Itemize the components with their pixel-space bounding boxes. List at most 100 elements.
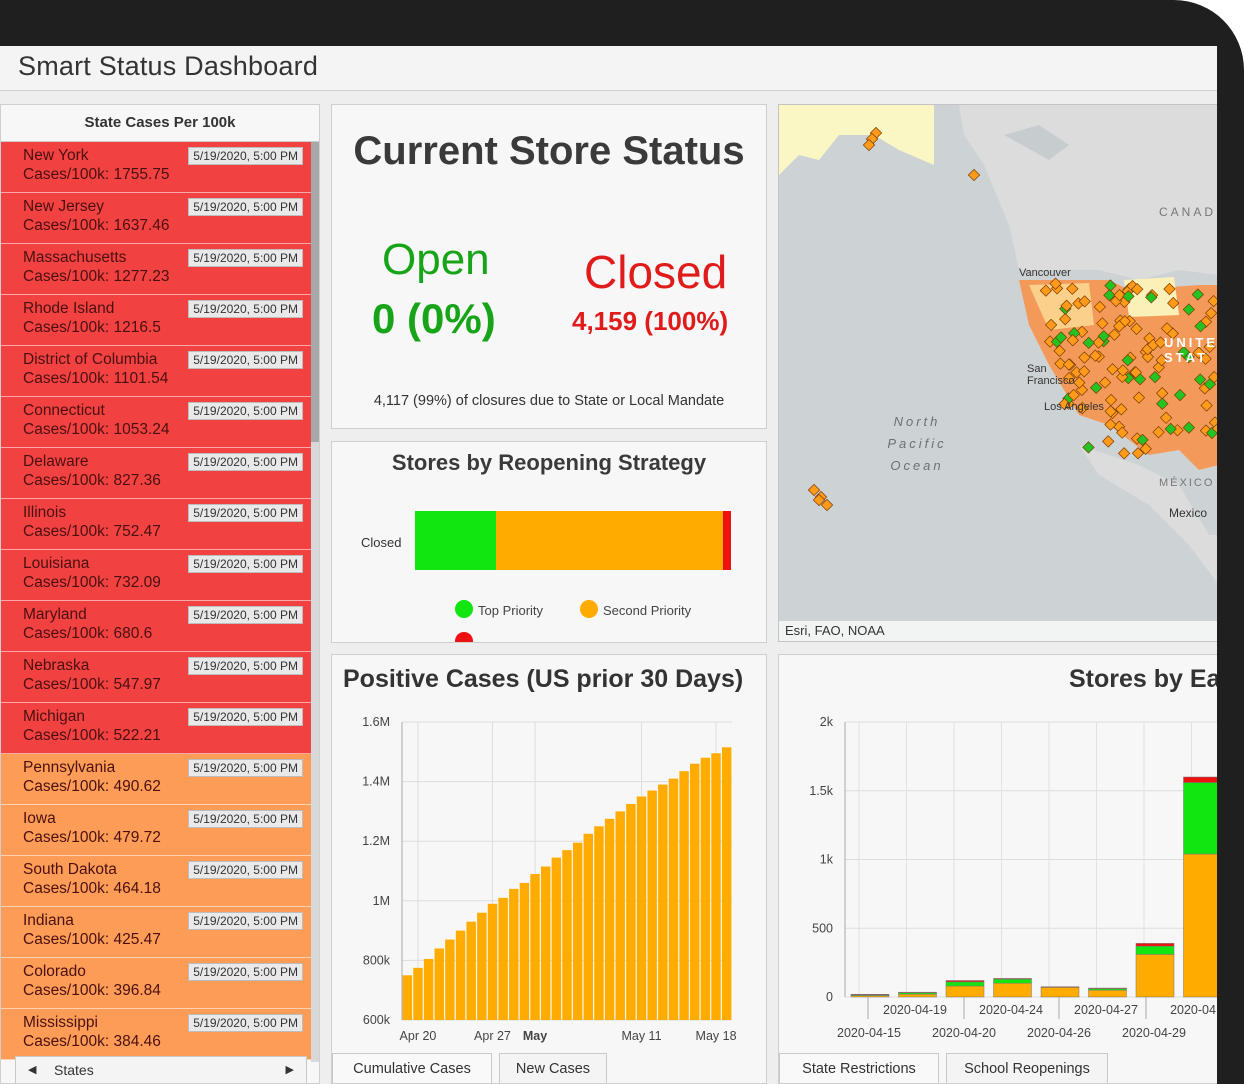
cases-bar[interactable] xyxy=(679,771,689,1020)
map-attribution: Esri, FAO, NOAA xyxy=(779,621,1217,641)
state-list-item[interactable]: Colorado Cases/100k: 396.84 5/19/2020, 5:0… xyxy=(1,958,311,1009)
cases-bar[interactable] xyxy=(434,948,444,1020)
mexico-city-label: Mexico xyxy=(1169,506,1208,520)
cases-bar[interactable] xyxy=(519,882,530,1020)
strategy-bar-segment[interactable] xyxy=(723,511,731,570)
state-cases-value: Cases/100k: 680.6 xyxy=(23,625,153,642)
list-scroll-thumb[interactable] xyxy=(311,142,319,442)
cases-bar[interactable] xyxy=(668,778,679,1020)
state-list-item[interactable]: Massachusetts Cases/100k: 1277.23 5/19/202… xyxy=(1,244,311,295)
state-update-date: 5/19/2020, 5:00 PM xyxy=(188,504,303,522)
store-status-title: Current Store Status xyxy=(353,129,745,173)
stores-bar-segment[interactable] xyxy=(1040,987,1080,998)
stores-bar-segment[interactable] xyxy=(898,994,937,998)
stores-bar-segment[interactable] xyxy=(945,981,985,987)
states-tab[interactable]: ◀ States ▶ xyxy=(15,1056,307,1083)
state-list-item[interactable]: Illinois Cases/100k: 752.47 5/19/2020, 5:0… xyxy=(1,499,311,550)
cases-bar[interactable] xyxy=(647,790,657,1020)
cases-bar[interactable] xyxy=(530,873,540,1020)
state-list-item[interactable]: Connecticut Cases/100k: 1053.24 5/19/2020,… xyxy=(1,397,311,448)
stores-bar-segment[interactable] xyxy=(1183,782,1218,855)
cases-bar[interactable] xyxy=(700,757,711,1020)
stores-bar-segment[interactable] xyxy=(993,983,1032,998)
strategy-stacked-bar[interactable] xyxy=(415,511,731,570)
stores-by-date-chart[interactable]: 0 500 1k 1.5k 2k 2020-04-19 2020-04-24 2020-04-… xyxy=(779,710,1217,1070)
state-list[interactable]: New York Cases/100k: 1755.75 5/19/2020, 5:… xyxy=(1,142,311,1062)
reopening-strategy-title: Stores by Reopening Strategy xyxy=(391,450,707,475)
vancouver-label: Vancouver xyxy=(1019,267,1071,279)
state-list-item[interactable]: Indiana Cases/100k: 425.47 5/19/2020, 5:00… xyxy=(1,907,311,958)
state-cases-value: Cases/100k: 384.46 xyxy=(23,1033,161,1050)
tab-school-reopenings[interactable]: School Reopenings xyxy=(946,1053,1108,1083)
store-marker[interactable] xyxy=(1102,435,1115,448)
state-list-item[interactable]: Delaware Cases/100k: 827.36 5/19/2020, 5:0… xyxy=(1,448,311,499)
tab-state-restrictions[interactable]: State Restrictions xyxy=(779,1053,939,1083)
cases-bar[interactable] xyxy=(636,796,647,1021)
state-list-item[interactable]: District of Columbia Cases/100k: 1101.54 5… xyxy=(1,346,311,397)
cases-bar[interactable] xyxy=(572,842,583,1020)
state-update-date: 5/19/2020, 5:00 PM xyxy=(188,759,303,777)
cases-bar[interactable] xyxy=(615,811,625,1020)
cases-bar[interactable] xyxy=(498,897,508,1020)
store-map[interactable]: CANAD Vancouver San Francisco Los Angele… xyxy=(778,104,1217,642)
map-canvas[interactable] xyxy=(779,105,1217,642)
stores-bar-segment[interactable] xyxy=(945,985,985,998)
stores-bar-segment[interactable] xyxy=(993,978,1032,984)
cases-bar[interactable] xyxy=(690,763,700,1020)
cases-bar[interactable] xyxy=(413,967,423,1020)
tab-cumulative-cases[interactable]: Cumulative Cases xyxy=(332,1053,492,1083)
cases-bar[interactable] xyxy=(604,818,615,1020)
state-list-item[interactable]: Nebraska Cases/100k: 547.97 5/19/2020, 5:0… xyxy=(1,652,311,703)
cases-bar[interactable] xyxy=(594,826,604,1020)
stores-bar-segment[interactable] xyxy=(1183,776,1218,783)
tab-new-cases[interactable]: New Cases xyxy=(499,1053,607,1083)
cases-bar[interactable] xyxy=(658,784,668,1020)
stores-bar-segment[interactable] xyxy=(1135,954,1175,998)
caret-left-icon[interactable]: ◀ xyxy=(28,1057,36,1083)
state-list-item[interactable]: New Jersey Cases/100k: 1637.46 5/19/2020, … xyxy=(1,193,311,244)
strategy-bar-segment[interactable] xyxy=(415,511,496,570)
cases-bar[interactable] xyxy=(477,912,487,1020)
state-list-item[interactable]: Maryland Cases/100k: 680.6 5/19/2020, 5:00… xyxy=(1,601,311,652)
stores-bar-segment[interactable] xyxy=(898,991,937,994)
store-marker[interactable] xyxy=(1117,447,1131,460)
cases-bar[interactable] xyxy=(626,803,636,1020)
store-marker[interactable] xyxy=(967,168,981,182)
strategy-bar-segment[interactable] xyxy=(495,511,724,570)
stores-by-date-title: Stores by Ea xyxy=(1069,665,1217,693)
state-list-item[interactable]: New York Cases/100k: 1755.75 5/19/2020, 5:… xyxy=(1,142,311,193)
second-priority-legend-label[interactable]: Second Priority xyxy=(603,603,691,618)
state-list-item[interactable]: Rhode Island Cases/100k: 1216.5 5/19/2020,… xyxy=(1,295,311,346)
cases-bar[interactable] xyxy=(487,903,498,1020)
cases-bar[interactable] xyxy=(562,850,572,1020)
cases-bar[interactable] xyxy=(721,747,732,1020)
cases-bar[interactable] xyxy=(551,857,562,1020)
stores-bar-segment[interactable] xyxy=(993,978,1032,980)
state-list-item[interactable]: Iowa Cases/100k: 479.72 5/19/2020, 5:00 PM xyxy=(1,805,311,856)
cases-bar[interactable] xyxy=(466,921,476,1020)
stores-bar-segment[interactable] xyxy=(850,994,890,996)
stores-bar-segment[interactable] xyxy=(945,980,985,983)
top-priority-legend-label[interactable]: Top Priority xyxy=(478,603,543,618)
stores-bar-segment[interactable] xyxy=(1088,987,1127,989)
stores-bar-segment[interactable] xyxy=(1088,989,1127,998)
stores-bar-segment[interactable] xyxy=(1135,943,1175,947)
cases-bar[interactable] xyxy=(540,866,551,1020)
state-list-item[interactable]: Michigan Cases/100k: 522.21 5/19/2020, 5:0… xyxy=(1,703,311,754)
cases-bar[interactable] xyxy=(423,958,434,1020)
caret-right-icon[interactable]: ▶ xyxy=(286,1057,294,1083)
cases-bar[interactable] xyxy=(509,888,519,1020)
cases-bar[interactable] xyxy=(402,975,413,1020)
cases-bar[interactable] xyxy=(711,753,721,1020)
stores-bar-segment[interactable] xyxy=(1183,853,1218,998)
cases-bar[interactable] xyxy=(455,930,466,1020)
positive-cases-chart[interactable]: 600k 800k 1M 1.2M 1.4M 1.6M Apr 20 Apr 27 May May… xyxy=(332,710,767,1050)
state-list-item[interactable]: Louisiana Cases/100k: 732.09 5/19/2020, 5:… xyxy=(1,550,311,601)
stores-bar-segment[interactable] xyxy=(1040,986,1080,988)
state-list-item[interactable]: Pennsylvania Cases/100k: 490.62 5/19/2020,… xyxy=(1,754,311,805)
stores-bar-segment[interactable] xyxy=(1135,945,1175,955)
state-list-item[interactable]: South Dakota Cases/100k: 464.18 5/19/2020,… xyxy=(1,856,311,907)
cases-bar[interactable] xyxy=(583,833,594,1020)
cases-bar[interactable] xyxy=(445,939,455,1020)
state-list-item[interactable]: Mississippi Cases/100k: 384.46 5/19/2020, … xyxy=(1,1009,311,1060)
